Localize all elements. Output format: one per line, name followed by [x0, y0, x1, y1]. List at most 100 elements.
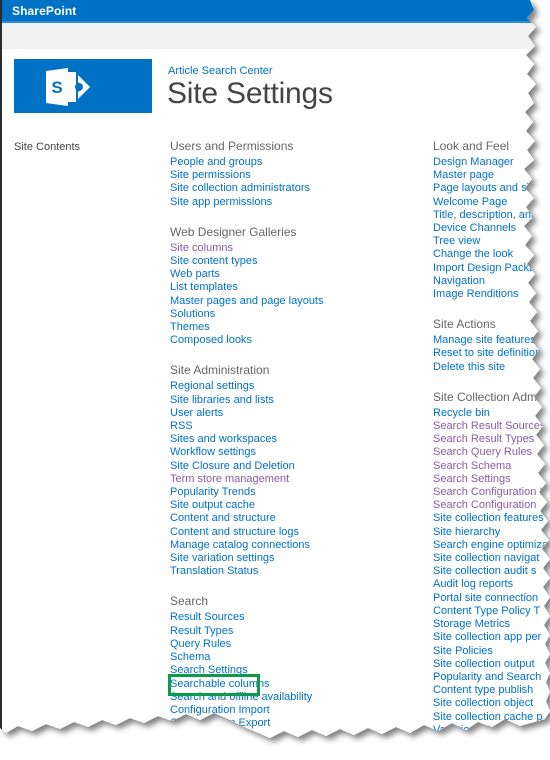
settings-link[interactable]: Audit log reports	[433, 578, 550, 591]
settings-link[interactable]: Composed looks	[170, 334, 420, 347]
settings-link[interactable]: RSS	[170, 420, 420, 433]
page-title: Site Settings	[167, 77, 333, 110]
settings-link[interactable]: Site variation settings	[170, 552, 420, 565]
quick-launch-nav: Site Contents	[14, 140, 80, 154]
settings-link[interactable]: Site collection cache p	[433, 711, 550, 724]
settings-link[interactable]: Web parts	[170, 268, 420, 281]
settings-group: Site Actions Manage site features Reset to…	[433, 317, 550, 374]
page-left-border	[0, 0, 2, 760]
settings-link[interactable]: Term store management	[170, 473, 420, 486]
settings-link[interactable]: List templates	[170, 281, 420, 294]
settings-group: Web Designer Galleries Site columns Site c…	[170, 225, 420, 348]
settings-group: Search Result Sources Result Types Query Ru…	[170, 594, 420, 730]
settings-link[interactable]: Search Result Types	[433, 433, 550, 446]
settings-link[interactable]: Searchable columns	[170, 678, 420, 691]
settings-link[interactable]: Solutions	[170, 308, 420, 321]
settings-column-right: Look and Feel Design Manager Master page Pa…	[433, 139, 550, 753]
settings-group: Site Collection Adm Recycle bin Search Res…	[433, 390, 550, 737]
settings-link[interactable]: Regional settings	[170, 380, 420, 393]
settings-link[interactable]: Image Renditions	[433, 288, 550, 301]
settings-link[interactable]: People and groups	[170, 156, 420, 169]
settings-link[interactable]: Popularity and Search	[433, 671, 550, 684]
settings-link[interactable]: Search Result Sources	[433, 420, 550, 433]
settings-link[interactable]: Result Types	[170, 625, 420, 638]
settings-link[interactable]: Recycle bin	[433, 407, 550, 420]
settings-link[interactable]: Site collection output	[433, 658, 550, 671]
settings-link[interactable]: Search and offline availability	[170, 691, 420, 704]
settings-link[interactable]: Site collection audit s	[433, 565, 550, 578]
suite-bar	[2, 0, 550, 21]
settings-link[interactable]: Site content types	[170, 255, 420, 268]
settings-group-heading: Look and Feel	[433, 139, 510, 153]
settings-link[interactable]: Import Design Package	[433, 262, 550, 275]
settings-link[interactable]: Configuration Export	[170, 717, 420, 730]
site-logo-tile[interactable]: S	[14, 59, 152, 113]
settings-link[interactable]: Page layouts and site te	[433, 182, 550, 195]
sharepoint-logo-icon: S	[38, 67, 108, 107]
settings-link[interactable]: Site permissions	[170, 169, 420, 182]
settings-link[interactable]: Content and structure logs	[170, 526, 420, 539]
breadcrumb[interactable]: Article Search Center	[168, 65, 273, 77]
settings-link[interactable]: Site collection administrators	[170, 182, 420, 195]
settings-link[interactable]: Site collection features	[433, 512, 550, 525]
svg-text:S: S	[51, 78, 62, 97]
settings-link[interactable]: Site collection app per	[433, 631, 550, 644]
settings-link[interactable]: Site collection navigat	[433, 552, 550, 565]
settings-link[interactable]: Schema	[170, 651, 420, 664]
sharepoint-site-settings-screenshot: SharePoint S Article Search Center Site …	[0, 0, 550, 760]
settings-link[interactable]: Design Manager	[433, 156, 550, 169]
settings-link[interactable]: Reset to site definition	[433, 347, 550, 360]
settings-link[interactable]: Variations Settings	[433, 724, 550, 737]
settings-link[interactable]: Delete this site	[433, 361, 550, 374]
settings-link[interactable]: Tree view	[433, 235, 550, 248]
sidebar-item-site-contents[interactable]: Site Contents	[14, 140, 80, 154]
suite-brand-label[interactable]: SharePoint	[12, 4, 76, 18]
settings-link[interactable]: Search engine optimiza	[433, 539, 550, 552]
settings-link[interactable]: Search Settings	[170, 664, 420, 677]
settings-group: Users and Permissions People and groups Si…	[170, 139, 420, 209]
settings-link[interactable]: Sites and workspaces	[170, 433, 420, 446]
settings-link[interactable]: Portal site connection	[433, 592, 550, 605]
settings-link[interactable]: Master page	[433, 169, 550, 182]
settings-link[interactable]: User alerts	[170, 407, 420, 420]
settings-link[interactable]: Search Configuration	[433, 499, 550, 512]
settings-group-heading: Users and Permissions	[170, 139, 294, 153]
settings-link[interactable]: Search Configuration I	[433, 486, 550, 499]
settings-link[interactable]: Content and structure	[170, 512, 420, 525]
settings-group-heading: Site Collection Adm	[433, 389, 538, 404]
settings-link[interactable]: Site columns	[170, 242, 420, 255]
settings-link[interactable]: Welcome Page	[433, 196, 550, 209]
settings-link[interactable]: Themes	[170, 321, 420, 334]
settings-link[interactable]: Change the look	[433, 248, 550, 261]
settings-column-left: Users and Permissions People and groups Si…	[170, 139, 420, 746]
settings-link[interactable]: Title, description, and	[433, 209, 550, 222]
settings-link[interactable]: Device Channels	[433, 222, 550, 235]
settings-link[interactable]: Content Type Policy T	[433, 605, 550, 618]
settings-link[interactable]: Search Schema	[433, 460, 550, 473]
settings-link[interactable]: Site app permissions	[170, 196, 420, 209]
settings-link[interactable]: Search Query Rules	[433, 446, 550, 459]
settings-group-heading: Site Actions	[433, 317, 496, 332]
settings-link[interactable]: Manage catalog connections	[170, 539, 420, 552]
settings-link[interactable]: Site libraries and lists	[170, 394, 420, 407]
settings-link[interactable]: Translation Status	[170, 565, 420, 578]
settings-link[interactable]: Site hierarchy	[433, 526, 550, 539]
settings-link[interactable]: Storage Metrics	[433, 618, 550, 631]
ribbon-band	[2, 23, 550, 49]
settings-link[interactable]: Search Settings	[433, 473, 550, 486]
settings-link[interactable]: Site Closure and Deletion	[170, 460, 420, 473]
settings-group: Site Administration Regional settings Site…	[170, 363, 420, 578]
settings-link[interactable]: Master pages and page layouts	[170, 295, 420, 308]
settings-link[interactable]: Site Policies	[433, 645, 550, 658]
settings-link[interactable]: Navigation	[433, 275, 550, 288]
settings-link[interactable]: Manage site features	[433, 334, 550, 347]
settings-link[interactable]: Popularity Trends	[170, 486, 420, 499]
settings-link[interactable]: Site output cache	[170, 499, 420, 512]
settings-link[interactable]: Configuration Import	[170, 704, 420, 717]
settings-link[interactable]: Site collection object	[433, 697, 550, 710]
settings-link[interactable]: Content type publish	[433, 684, 550, 697]
settings-link[interactable]: Query Rules	[170, 638, 420, 651]
settings-link[interactable]: Workflow settings	[170, 446, 420, 459]
settings-group-heading: Search	[170, 594, 209, 609]
settings-link[interactable]: Result Sources	[170, 611, 420, 624]
